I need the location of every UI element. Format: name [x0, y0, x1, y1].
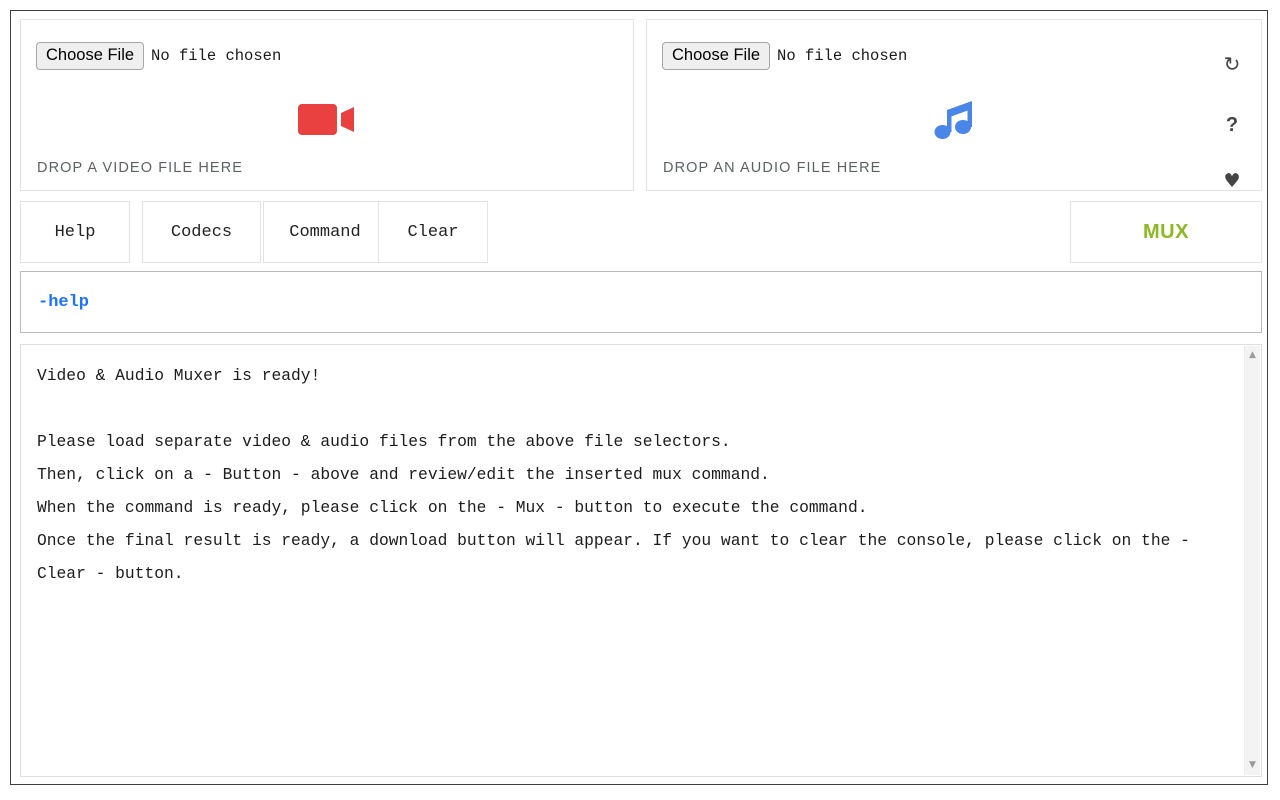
audio-file-status: No file chosen — [777, 47, 908, 65]
audio-drop-panel[interactable]: Choose File No file chosen DROP AN AUDIO… — [646, 19, 1262, 191]
file-drop-row: Choose File No file chosen DROP A VIDEO … — [20, 19, 1262, 191]
audio-choose-file-button[interactable]: Choose File — [662, 42, 771, 70]
app-content: Choose File No file chosen DROP A VIDEO … — [20, 19, 1262, 777]
video-drop-panel[interactable]: Choose File No file chosen DROP A VIDEO … — [20, 19, 634, 191]
console-output[interactable]: Video & Audio Muxer is ready! Please loa… — [20, 344, 1262, 777]
video-camera-icon — [21, 98, 633, 144]
audio-drop-label: DROP AN AUDIO FILE HERE — [663, 160, 882, 176]
console-text: Video & Audio Muxer is ready! Please loa… — [37, 366, 1190, 583]
clear-button[interactable]: Clear — [378, 201, 488, 263]
reload-icon[interactable]: ↻ — [1217, 54, 1247, 74]
command-button[interactable]: Command — [263, 201, 387, 263]
scroll-down-icon[interactable]: ▼ — [1245, 758, 1260, 773]
console-scrollbar[interactable]: ▲ ▼ — [1244, 346, 1260, 775]
scroll-up-icon[interactable]: ▲ — [1245, 348, 1260, 363]
video-file-status: No file chosen — [151, 47, 282, 65]
mux-button[interactable]: MUX — [1070, 201, 1262, 263]
video-choose-file-button[interactable]: Choose File — [36, 42, 145, 70]
codecs-button[interactable]: Codecs — [142, 201, 261, 263]
video-drop-label: DROP A VIDEO FILE HERE — [37, 160, 244, 176]
music-note-icon — [647, 98, 1261, 144]
app-window: Choose File No file chosen DROP A VIDEO … — [10, 10, 1268, 785]
toolbar: Help Codecs Command Clear MUX — [20, 201, 1262, 263]
audio-panel-icon-rail: ↻ ? ♥ — [1217, 20, 1247, 191]
question-mark-icon[interactable]: ? — [1217, 115, 1247, 135]
help-button[interactable]: Help — [20, 201, 130, 263]
heart-icon[interactable]: ♥ — [1217, 172, 1247, 191]
command-input[interactable] — [20, 271, 1262, 333]
audio-file-input[interactable]: Choose File No file chosen — [662, 42, 907, 70]
video-file-input[interactable]: Choose File No file chosen — [36, 42, 281, 70]
